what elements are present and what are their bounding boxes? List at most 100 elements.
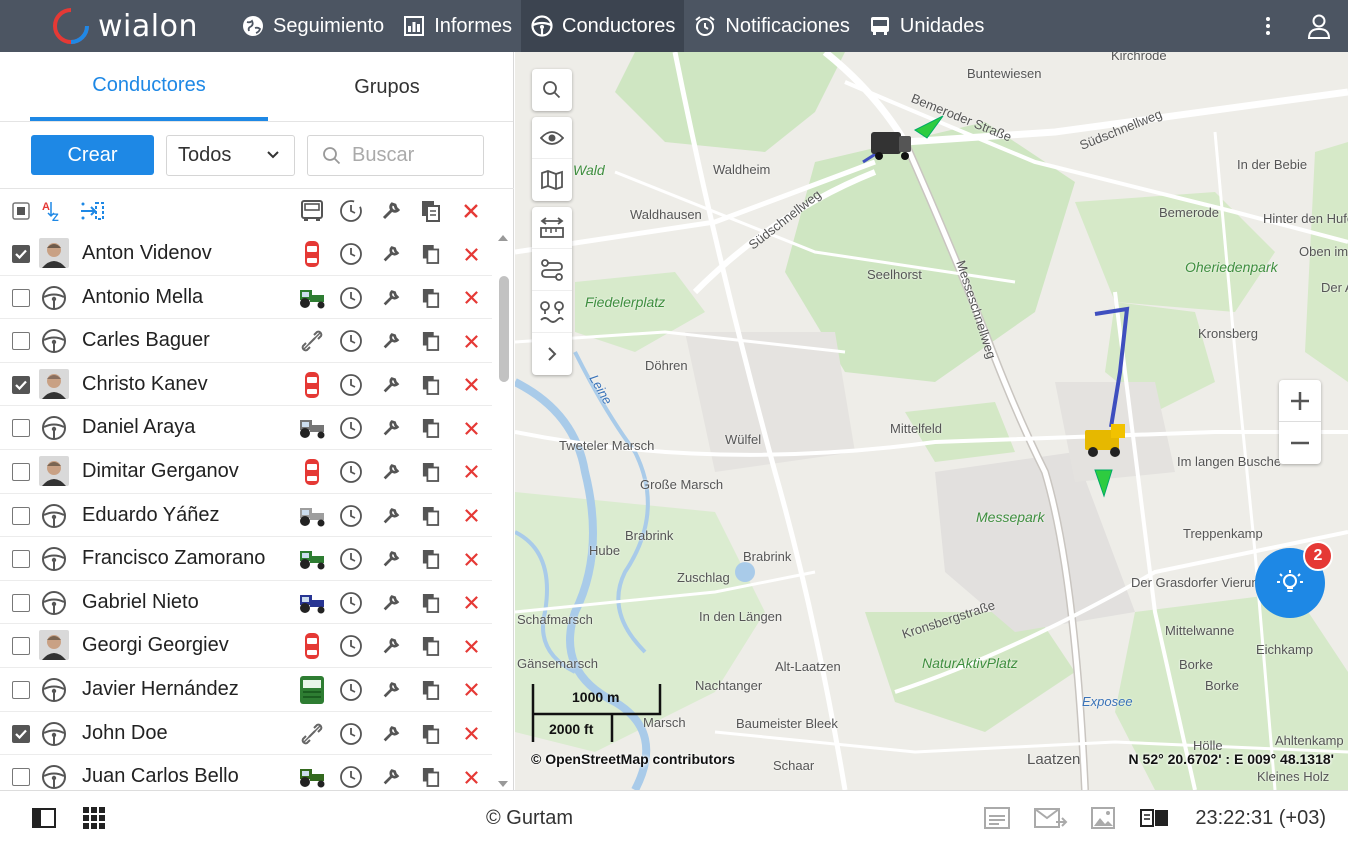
delete-button[interactable]: [458, 677, 484, 703]
messages-button[interactable]: [1034, 805, 1068, 831]
copy-button[interactable]: [418, 459, 444, 485]
bind-units-button[interactable]: [78, 197, 106, 225]
schedule-button[interactable]: [338, 721, 364, 747]
filter-select[interactable]: Todos: [166, 135, 295, 176]
delete-button[interactable]: [458, 633, 484, 659]
properties-button[interactable]: [378, 764, 404, 790]
schedule-button[interactable]: [338, 241, 364, 267]
copy-button[interactable]: [418, 590, 444, 616]
driver-row[interactable]: Gabriel Nieto: [0, 581, 492, 625]
row-checkbox[interactable]: [12, 288, 30, 307]
properties-button[interactable]: [378, 459, 404, 485]
driver-row[interactable]: Georgi Georgiev: [0, 624, 492, 668]
car-unit-icon[interactable]: [296, 239, 328, 269]
copy-button[interactable]: [418, 503, 444, 529]
properties-button[interactable]: [378, 415, 404, 441]
properties-button[interactable]: [378, 503, 404, 529]
row-checkbox[interactable]: [12, 680, 30, 699]
nav-unidades[interactable]: Unidades: [859, 0, 994, 52]
nav-informes[interactable]: Informes: [393, 0, 521, 52]
properties-button[interactable]: [378, 372, 404, 398]
delete-button[interactable]: [458, 415, 484, 441]
delete-button[interactable]: [458, 590, 484, 616]
tractor-unit-icon[interactable]: [296, 762, 328, 790]
copy-button[interactable]: [418, 415, 444, 441]
driver-row[interactable]: Javier Hernández: [0, 668, 492, 712]
header-unit-column[interactable]: [298, 197, 326, 225]
schedule-button[interactable]: [338, 372, 364, 398]
map-search-button[interactable]: [532, 69, 572, 111]
schedule-button[interactable]: [338, 459, 364, 485]
driver-row[interactable]: Anton Videnov: [0, 232, 492, 276]
nav-conductores[interactable]: Conductores: [521, 0, 685, 52]
schedule-button[interactable]: [338, 328, 364, 354]
delete-button[interactable]: [458, 764, 484, 790]
scrollbar[interactable]: [497, 234, 509, 790]
schedule-button[interactable]: [338, 546, 364, 572]
row-checkbox[interactable]: [12, 550, 30, 569]
schedule-button[interactable]: [338, 677, 364, 703]
row-checkbox[interactable]: [12, 332, 30, 351]
header-copy-column[interactable]: [418, 197, 444, 225]
ruler-button[interactable]: [532, 207, 572, 249]
driver-row[interactable]: Francisco Zamorano: [0, 537, 492, 581]
split-view-button[interactable]: [1140, 805, 1170, 831]
delete-button[interactable]: [458, 503, 484, 529]
row-checkbox[interactable]: [12, 593, 30, 612]
properties-button[interactable]: [378, 590, 404, 616]
car-unit-icon[interactable]: [296, 457, 328, 487]
driver-row[interactable]: John Doe: [0, 712, 492, 756]
map-layers-button[interactable]: [532, 159, 572, 201]
copy-button[interactable]: [418, 677, 444, 703]
row-checkbox[interactable]: [12, 637, 30, 656]
tractor-unit-icon[interactable]: [296, 283, 328, 313]
tractor-unit-icon[interactable]: [296, 413, 328, 443]
map-view[interactable]: Buntewiesen Bemeroder Straße Südschnellw…: [515, 52, 1348, 790]
scrollbar-thumb[interactable]: [499, 276, 509, 382]
properties-button[interactable]: [378, 285, 404, 311]
search-input[interactable]: [350, 143, 470, 168]
delete-button[interactable]: [458, 372, 484, 398]
create-button[interactable]: Crear: [31, 135, 154, 175]
expand-tools-button[interactable]: [532, 333, 572, 375]
car-unit-icon[interactable]: [296, 631, 328, 661]
schedule-button[interactable]: [338, 590, 364, 616]
copy-button[interactable]: [418, 328, 444, 354]
driver-row[interactable]: Daniel Araya: [0, 406, 492, 450]
row-checkbox[interactable]: [12, 245, 30, 263]
row-checkbox[interactable]: [12, 724, 30, 743]
delete-button[interactable]: [458, 459, 484, 485]
driver-row[interactable]: Carles Baguer: [0, 319, 492, 363]
nav-notificaciones[interactable]: Notificaciones: [684, 0, 859, 52]
row-checkbox[interactable]: [12, 506, 30, 525]
user-menu-button[interactable]: [1290, 0, 1348, 52]
unlinked-unit-icon[interactable]: [296, 326, 328, 356]
properties-button[interactable]: [378, 633, 404, 659]
schedule-button[interactable]: [338, 503, 364, 529]
properties-button[interactable]: [378, 677, 404, 703]
driver-row[interactable]: Antonio Mella: [0, 276, 492, 320]
properties-button[interactable]: [378, 721, 404, 747]
sort-az-button[interactable]: AZ: [40, 197, 66, 225]
row-checkbox[interactable]: [12, 768, 30, 787]
log-button[interactable]: [984, 805, 1010, 831]
zoom-in-button[interactable]: [1279, 380, 1321, 422]
delete-button[interactable]: [458, 285, 484, 311]
routes-button[interactable]: [532, 249, 572, 291]
tab-grupos[interactable]: Grupos: [268, 52, 506, 121]
properties-button[interactable]: [378, 546, 404, 572]
car-unit-icon[interactable]: [296, 370, 328, 400]
delete-button[interactable]: [458, 546, 484, 572]
visibility-button[interactable]: [532, 117, 572, 159]
wialon-logo[interactable]: wialon: [52, 4, 198, 48]
nav-seguimiento[interactable]: Seguimiento: [232, 0, 393, 52]
more-menu-button[interactable]: [1246, 0, 1290, 52]
driver-row[interactable]: Christo Kanev: [0, 363, 492, 407]
tractor-unit-icon[interactable]: [296, 544, 328, 574]
row-checkbox[interactable]: [12, 375, 30, 394]
gallery-button[interactable]: [1091, 805, 1115, 831]
row-checkbox[interactable]: [12, 419, 30, 438]
tractor-unit-icon[interactable]: [296, 501, 328, 531]
select-all-checkbox[interactable]: [10, 197, 32, 225]
apps-grid-button[interactable]: [83, 805, 105, 831]
